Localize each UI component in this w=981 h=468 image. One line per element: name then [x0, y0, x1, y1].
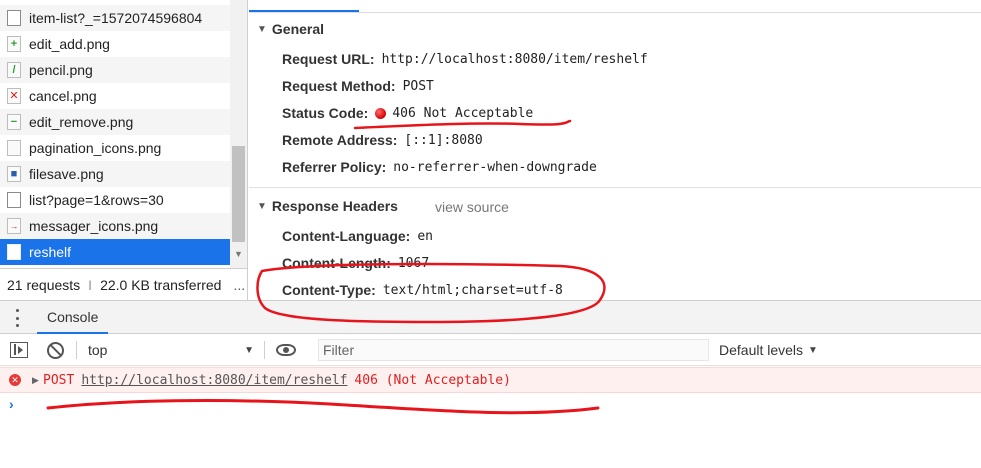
console-toolbar: top ▼ Default levels ▼ [0, 334, 981, 366]
document-icon [7, 10, 21, 26]
toolbar-separator [76, 341, 77, 359]
summary-more: ... [233, 276, 246, 293]
request-details-panel: ▼ General Request URL: http://localhost:… [249, 0, 981, 300]
document-icon [7, 244, 21, 260]
network-summary: 21 requests I 22.0 KB transferred ... [0, 268, 248, 300]
content-type-value: text/html;charset=utf-8 [382, 282, 563, 298]
dropdown-arrow-icon: ▼ [808, 344, 818, 356]
request-row[interactable]: ■ filesave.png [0, 161, 230, 187]
request-row-selected[interactable]: reshelf [0, 239, 230, 265]
request-name: reshelf [29, 244, 72, 260]
request-row[interactable]: / pencil.png [0, 57, 230, 83]
section-divider [249, 187, 981, 188]
content-language-value: en [417, 228, 433, 244]
general-title: General [271, 21, 325, 37]
console-prompt[interactable]: › [9, 396, 14, 412]
error-status: 406 (Not Acceptable) [354, 373, 511, 388]
request-url-label: Request URL: [282, 51, 375, 67]
request-name: cancel.png [29, 88, 97, 104]
general-section-header[interactable]: ▼ General [257, 21, 324, 37]
request-name: edit_remove.png [29, 114, 134, 130]
request-url-row: Request URL: http://localhost:8080/item/… [282, 51, 648, 67]
request-name: item-list?_=1572074596804 [29, 10, 203, 26]
request-name: list?page=1&rows=30 [29, 192, 164, 208]
request-name: edit_add.png [29, 36, 110, 52]
view-source-link[interactable]: view source [435, 199, 509, 215]
request-list: item-list?_=1572074596804 + edit_add.png… [0, 0, 248, 268]
request-url-value: http://localhost:8080/item/reshelf [381, 51, 648, 67]
summary-separator: I [88, 276, 93, 293]
console-error-message[interactable]: ✕ ▶ POST http://localhost:8080/item/reshe… [0, 367, 981, 393]
content-type-row: Content-Type: text/html;charset=utf-8 [282, 282, 563, 298]
content-type-label: Content-Type: [282, 282, 376, 298]
expand-triangle-icon: ▼ [257, 23, 267, 35]
content-length-value: 1067 [397, 255, 430, 271]
expand-triangle-icon: ▼ [257, 200, 267, 212]
request-row[interactable]: list?page=1&rows=30 [0, 187, 230, 213]
request-row[interactable]: → messager_icons.png [0, 213, 230, 239]
response-headers-section-header[interactable]: ▼ Response Headers [257, 198, 398, 214]
status-code-value: 406 Not Acceptable [392, 105, 534, 121]
request-row[interactable]: pagination_icons.png [0, 135, 230, 161]
context-value: top [88, 342, 108, 358]
content-language-label: Content-Language: [282, 228, 411, 244]
levels-value: Default levels [719, 342, 804, 358]
content-language-row: Content-Language: en [282, 228, 433, 244]
save-image-icon: ■ [7, 166, 21, 182]
devtools-network-panel: item-list?_=1572074596804 + edit_add.png… [0, 0, 981, 300]
error-url-link[interactable]: http://localhost:8080/item/reshelf [81, 373, 347, 388]
console-filter-input[interactable] [318, 339, 709, 361]
error-text: POST http://localhost:8080/item/reshelf 40… [43, 373, 511, 388]
request-row[interactable]: item-list?_=1572074596804 [0, 5, 230, 31]
status-error-icon [375, 107, 387, 119]
expand-message-icon[interactable]: ▶ [32, 375, 39, 386]
referrer-policy-label: Referrer Policy: [282, 159, 387, 175]
request-row[interactable]: − edit_remove.png [0, 109, 230, 135]
content-length-label: Content-Length: [282, 255, 391, 271]
drawer-tab-bar: Console [0, 300, 981, 334]
dropdown-arrow-icon: ▼ [244, 344, 254, 356]
remove-image-icon: − [7, 114, 21, 130]
execution-context-select[interactable]: top ▼ [88, 340, 254, 360]
status-code-label: Status Code: [282, 105, 369, 121]
more-tabs-icon[interactable] [11, 309, 23, 327]
toolbar-separator [264, 341, 265, 359]
remote-address-row: Remote Address: [::1]:8080 [282, 132, 483, 148]
remote-address-label: Remote Address: [282, 132, 398, 148]
status-code-row: Status Code: 406 Not Acceptable [282, 105, 533, 121]
request-method-row: Request Method: POST [282, 78, 434, 94]
scrollbar-thumb[interactable] [232, 146, 245, 242]
log-levels-select[interactable]: Default levels ▼ [719, 340, 818, 360]
live-expression-eye-icon[interactable] [276, 344, 296, 356]
referrer-policy-value: no-referrer-when-downgrade [393, 159, 597, 175]
content-length-row: Content-Length: 1067 [282, 255, 429, 271]
tab-console[interactable]: Console [37, 301, 109, 334]
cancel-image-icon: ✕ [7, 88, 21, 104]
image-icon [7, 140, 21, 156]
add-image-icon: + [7, 36, 21, 52]
request-method-label: Request Method: [282, 78, 396, 94]
request-method-value: POST [402, 78, 434, 94]
clear-console-icon[interactable] [47, 342, 64, 359]
image-icon: → [7, 218, 21, 234]
response-headers-title: Response Headers [271, 198, 398, 214]
error-method: POST [43, 373, 75, 388]
request-count: 21 requests [7, 276, 81, 293]
referrer-policy-row: Referrer Policy: no-referrer-when-downgr… [282, 159, 597, 175]
request-row[interactable]: ✕ cancel.png [0, 83, 230, 109]
show-sidebar-icon[interactable] [10, 342, 28, 358]
request-name: pagination_icons.png [29, 140, 162, 156]
request-row[interactable]: + edit_add.png [0, 31, 230, 57]
request-name: messager_icons.png [29, 218, 159, 234]
request-name: filesave.png [29, 166, 104, 182]
error-icon: ✕ [9, 374, 21, 386]
pencil-image-icon: / [7, 62, 21, 78]
transferred-size: 22.0 KB transferred [100, 276, 222, 293]
document-icon [7, 192, 21, 208]
scroll-down-icon[interactable]: ▼ [230, 246, 247, 262]
console-underline-mark [46, 399, 600, 415]
remote-address-value: [::1]:8080 [404, 132, 483, 148]
tab-divider [249, 12, 981, 13]
request-name: pencil.png [29, 62, 93, 78]
